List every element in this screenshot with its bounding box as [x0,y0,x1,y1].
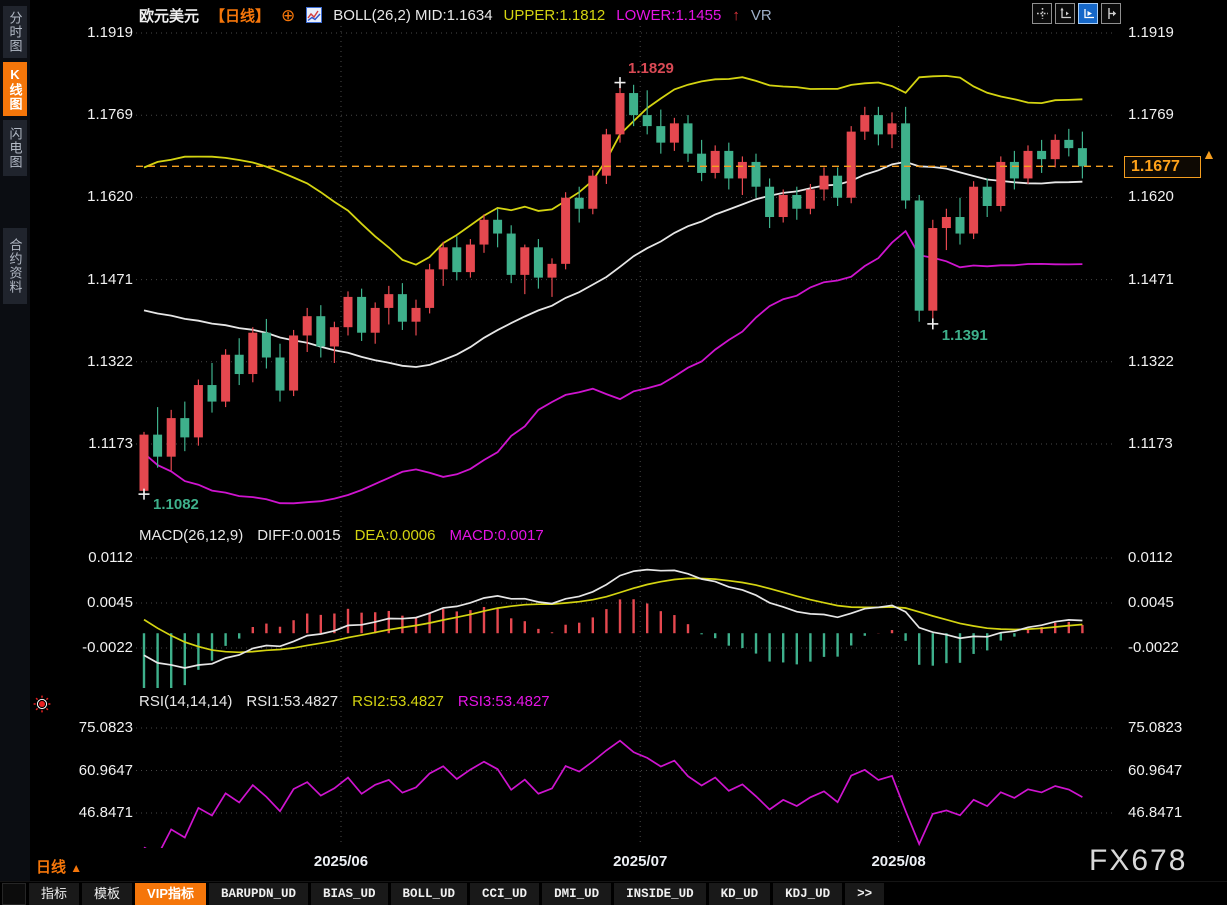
current-price-tag: 1.1677 [1124,156,1201,178]
price-axis-label-right: 1.1322 [1128,353,1174,371]
macd-axis-label-right: 0.0045 [1128,594,1174,612]
price-axis-label-left: 1.1919 [30,24,133,42]
sidebar-item-3[interactable]: 闪电图 [3,120,27,176]
tab-[interactable]: 模板 [82,883,132,905]
macd-macd-value: MACD:0.0017 [449,527,543,544]
triangle-up-icon: ▲ [70,861,82,875]
bottom-tab-bar: 指标模板VIP指标BARUPDN_UDBIAS_UDBOLL_UDCCI_UDD… [0,881,1227,905]
tab-bollud[interactable]: BOLL_UD [391,883,468,905]
crosshair-icon[interactable] [1032,3,1052,24]
tab-barupdnud[interactable]: BARUPDN_UD [209,883,308,905]
up-arrow-icon: ↑ [732,7,740,24]
rsi2-value: RSI2:53.4827 [352,693,444,710]
rsi-axis-label-left: 46.8471 [30,804,133,822]
macd-name-label: MACD(26,12,9) [139,527,243,544]
macd-diff-value: DIFF:0.0015 [257,527,340,544]
price-axis-label-left: 1.1471 [30,271,133,289]
rsi3-value: RSI3:53.4827 [458,693,550,710]
chart-application: 分时图 K线图闪电图合约资料 欧元美元 【日线】 ⊕ BOLL(26,2) MID… [0,0,1227,905]
rsi-axis-label-right: 60.9647 [1128,762,1182,780]
price-axis-label-right: 1.1620 [1128,188,1174,206]
rsi-axis-label-right: 46.8471 [1128,804,1182,822]
rsi1-value: RSI1:53.4827 [246,693,338,710]
top-legend-bar: 欧元美元 【日线】 ⊕ BOLL(26,2) MID:1.1634 UPPER:… [139,4,772,26]
aug-low-annotation: 1.1391 [942,327,988,344]
price-axis-label-left: 1.1769 [30,106,133,124]
rsi-axis-label-left: 60.9647 [30,762,133,780]
tab-kdjud[interactable]: KDJ_UD [773,883,842,905]
macd-legend: MACD(26,12,9) DIFF:0.0015 DEA:0.0006 MAC… [139,527,544,544]
x-axis-date-label: 2025/08 [854,853,944,870]
left-sidebar: 分时图 K线图闪电图合约资料 [0,0,30,905]
price-axis-label-right: 1.1769 [1128,106,1174,124]
sidebar-item-2[interactable]: K线图 [3,62,27,116]
boll-mid-label: BOLL(26,2) MID:1.1634 [333,7,492,24]
period-selector[interactable]: 日线 ▲ [36,856,82,877]
tab-vip[interactable]: VIP指标 [135,883,206,905]
boll-lower-label: LOWER:1.1455 [616,7,721,24]
x-axis-date-label: 2025/06 [296,853,386,870]
boll-upper-label: UPPER:1.1812 [504,7,606,24]
macd-axis-label-left: 0.0112 [30,549,133,567]
price-axis-label-right: 1.1919 [1128,24,1174,42]
axis-scale-auto-icon[interactable] [1078,3,1098,24]
price-axis-label-left: 1.1620 [30,188,133,206]
macd-axis-label-left: 0.0045 [30,594,133,612]
tab-[interactable]: >> [845,883,884,905]
price-flag-icon: ▲ [1202,146,1216,162]
symbol-name: 欧元美元 [139,5,199,26]
tab-biasud[interactable]: BIAS_UD [311,883,388,905]
rsi-name-label: RSI(14,14,14) [139,693,232,710]
may-low-annotation: 1.1082 [153,496,199,513]
chart-canvas[interactable] [0,0,1227,905]
rsi-axis-label-left: 75.0823 [30,719,133,737]
tab-cciud[interactable]: CCI_UD [470,883,539,905]
rsi-legend: RSI(14,14,14) RSI1:53.4827 RSI2:53.4827 … [139,693,550,710]
chart-toolbar [1032,3,1121,24]
tab-[interactable]: 指标 [29,883,79,905]
macd-axis-label-right: -0.0022 [1128,639,1179,657]
chart-type-icon[interactable] [306,7,322,23]
macd-axis-label-right: 0.0112 [1128,549,1173,567]
macd-axis-label-left: -0.0022 [30,639,133,657]
price-axis-label-right: 1.1173 [1128,435,1173,453]
price-axis-label-right: 1.1471 [1128,271,1174,289]
tab-insideud[interactable]: INSIDE_UD [614,883,706,905]
tab-blank[interactable] [2,883,26,905]
macd-dea-value: DEA:0.0006 [355,527,436,544]
tab-kdud[interactable]: KD_UD [709,883,771,905]
x-axis-date-label: 2025/07 [595,853,685,870]
alert-icon[interactable] [33,695,51,713]
add-indicator-icon[interactable]: ⊕ [281,7,295,24]
axis-scale-left-icon[interactable] [1055,3,1075,24]
vr-indicator-label: VR [751,7,772,24]
sidebar-item-4[interactable]: 合约资料 [3,228,27,304]
watermark: FX678 [1089,844,1187,878]
rsi-axis-label-right: 75.0823 [1128,719,1182,737]
tab-dmiud[interactable]: DMI_UD [542,883,611,905]
high-price-annotation: 1.1829 [628,60,674,77]
price-axis-label-left: 1.1322 [30,353,133,371]
price-axis-label-left: 1.1173 [30,435,133,453]
period-badge[interactable]: 【日线】 [210,5,270,26]
sidebar-item-1[interactable]: 分时图 [3,6,27,58]
axis-shift-right-icon[interactable] [1101,3,1121,24]
